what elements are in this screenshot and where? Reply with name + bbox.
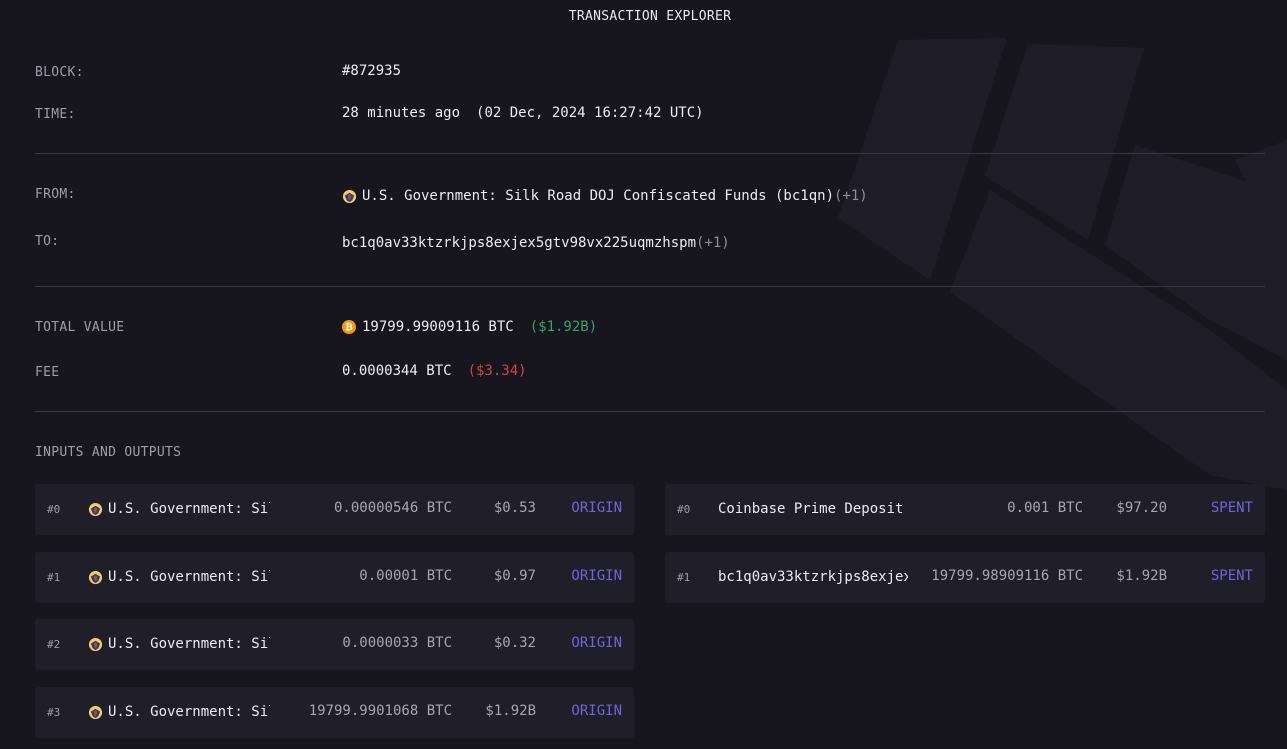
time-relative: 28 minutes ago <box>342 105 461 121</box>
input-index: #2 <box>47 638 61 651</box>
fee-label: FEE <box>35 365 60 380</box>
output-amount: 19799.98909116 BTC <box>931 568 1083 584</box>
fee-usd: ($3.34) <box>467 363 527 379</box>
page-title: TRANSACTION EXPLORER <box>568 9 732 24</box>
input-usd: $0.97 <box>493 568 536 584</box>
time-label: TIME: <box>35 107 76 122</box>
input-status-link[interactable]: ORIGIN <box>571 703 622 719</box>
input-index: #1 <box>47 571 61 584</box>
input-entity-name: U.S. Government: Silk Road <box>108 636 270 652</box>
input-entity-name: U.S. Government: Silk Road <box>108 569 270 585</box>
output-amount: 0.001 BTC <box>1007 500 1083 516</box>
input-usd: $0.32 <box>493 635 536 651</box>
to-value[interactable]: bc1q0av33ktzrkjps8exjex5gtv98vx225uqmzhs… <box>342 235 730 251</box>
to-label: TO: <box>35 234 60 249</box>
input-status-link[interactable]: ORIGIN <box>571 635 622 651</box>
divider <box>35 411 1265 412</box>
block-label: BLOCK: <box>35 65 84 80</box>
us-government-seal-icon <box>88 705 103 719</box>
output-status-link[interactable]: SPENT <box>1211 500 1253 516</box>
divider <box>35 153 1265 154</box>
output-entity[interactable]: bc1q0av33ktzrkjps8exjex5gtv98vx225uqmzhs… <box>718 569 908 585</box>
from-extra-count[interactable]: (+1) <box>834 188 868 204</box>
output-usd: $97.20 <box>1116 500 1167 516</box>
total-value-label: TOTAL VALUE <box>35 320 125 335</box>
input-entity[interactable]: U.S. Government: Silk Road <box>88 636 270 652</box>
input-amount: 0.00001 BTC <box>359 568 452 584</box>
output-entity[interactable]: Coinbase Prime Deposit <box>718 501 908 517</box>
divider <box>35 286 1265 287</box>
fee-btc: 0.0000344 BTC <box>342 363 452 379</box>
input-entity[interactable]: U.S. Government: Silk Road <box>88 501 270 517</box>
input-status-link[interactable]: ORIGIN <box>571 500 622 516</box>
us-government-seal-icon <box>342 189 357 203</box>
input-entity[interactable]: U.S. Government: Silk Road <box>88 704 270 720</box>
input-index: #3 <box>47 706 61 719</box>
input-index: #0 <box>47 503 61 516</box>
input-usd: $1.92B <box>485 703 536 719</box>
output-entity-name: bc1q0av33ktzrkjps8exjex5gtv98vx225uqmzhs… <box>718 569 908 585</box>
us-government-seal-icon <box>88 570 103 584</box>
bitcoin-icon: ₿ <box>342 320 356 334</box>
background-watermark-logo <box>838 38 1287 490</box>
output-index: #0 <box>677 503 691 516</box>
output-index: #1 <box>677 571 691 584</box>
inputs-outputs-heading: INPUTS AND OUTPUTS <box>35 445 182 460</box>
input-amount: 0.0000033 BTC <box>342 635 452 651</box>
from-value[interactable]: U.S. Government: Silk Road DOJ Confiscat… <box>342 188 868 204</box>
output-usd: $1.92B <box>1116 568 1167 584</box>
input-row[interactable]: #0 U.S. Government: Silk Road 0.00000546… <box>35 484 634 535</box>
time-absolute: (02 Dec, 2024 16:27:42 UTC) <box>476 105 704 121</box>
block-number[interactable]: #872935 <box>342 63 401 79</box>
input-row[interactable]: #3 U.S. Government: Silk Road 19799.9901… <box>35 687 634 738</box>
to-extra-count[interactable]: (+1) <box>696 235 730 251</box>
total-value-usd: ($1.92B) <box>529 319 598 335</box>
from-entity-name: U.S. Government: Silk Road DOJ Confiscat… <box>362 188 835 204</box>
output-row[interactable]: #1 bc1q0av33ktzrkjps8exjex5gtv98vx225uqm… <box>665 552 1265 603</box>
input-amount: 0.00000546 BTC <box>333 500 452 516</box>
fee-value: 0.0000344 BTC ($3.34) <box>342 363 527 379</box>
input-entity-name: U.S. Government: Silk Road <box>108 704 270 720</box>
input-entity-name: U.S. Government: Silk Road <box>108 501 270 517</box>
output-status-link[interactable]: SPENT <box>1211 568 1253 584</box>
block-number-text: #872935 <box>342 63 402 79</box>
input-row[interactable]: #1 U.S. Government: Silk Road 0.00001 BT… <box>35 552 634 603</box>
input-row[interactable]: #2 U.S. Government: Silk Road 0.0000033 … <box>35 619 634 670</box>
from-label: FROM: <box>35 187 76 202</box>
input-usd: $0.53 <box>493 500 536 516</box>
input-entity[interactable]: U.S. Government: Silk Road <box>88 569 270 585</box>
time-value: 28 minutes ago (02 Dec, 2024 16:27:42 UT… <box>342 105 704 121</box>
to-address: bc1q0av33ktzrkjps8exjex5gtv98vx225uqmzhs… <box>342 235 697 251</box>
input-amount: 19799.9901068 BTC <box>308 703 452 719</box>
output-entity-name: Coinbase Prime Deposit <box>718 501 904 517</box>
us-government-seal-icon <box>88 637 103 651</box>
total-value: ₿ 19799.99009116 BTC ($1.92B) <box>342 319 597 335</box>
total-value-btc: 19799.99009116 BTC <box>362 319 514 335</box>
us-government-seal-icon <box>88 502 103 516</box>
input-status-link[interactable]: ORIGIN <box>571 568 622 584</box>
output-row[interactable]: #0 Coinbase Prime Deposit 0.001 BTC $97.… <box>665 484 1265 535</box>
